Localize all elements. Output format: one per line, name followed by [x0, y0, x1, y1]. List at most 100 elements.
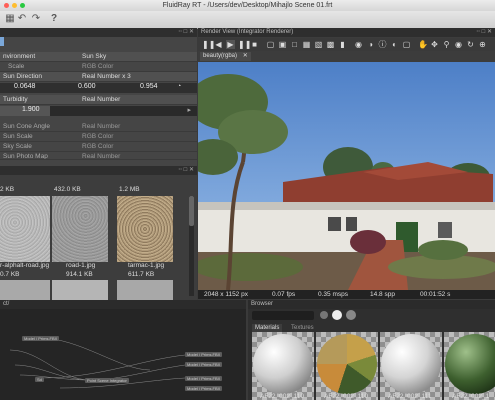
material-thumb[interactable] — [316, 332, 378, 400]
help-button[interactable]: ? — [48, 13, 60, 25]
region-icon[interactable]: ▧ — [314, 40, 323, 49]
size-medium-button[interactable] — [332, 310, 342, 320]
move-icon[interactable]: ✥ — [430, 40, 439, 49]
slider-arrow-icon[interactable]: ▸ — [187, 106, 191, 114]
texture-name: r-alphalt-road.jpg — [0, 262, 50, 269]
render-view: Render View (Integrator Renderer) ⋅⋅ □ ✕… — [198, 28, 495, 300]
prop-row-sun-direction[interactable]: Sun Direction Real Number x 3 — [0, 72, 197, 82]
node-integrator[interactable]: Point Scene Integrator — [85, 378, 129, 383]
contrast-icon[interactable]: ◐ — [390, 40, 399, 49]
lock-icon[interactable]: ▮ — [338, 40, 347, 49]
node-model[interactable]: Model / Prims.FBX — [185, 376, 223, 381]
node-sd[interactable]: Sd — [35, 377, 44, 382]
prop-row-turbidity[interactable]: Turbidity Real Number — [0, 95, 197, 105]
main-toolbar: ▦ ↶ ↷ ? — [0, 11, 495, 29]
render-tab-label: beauty(rgba) — [203, 53, 238, 59]
render-image[interactable] — [198, 62, 495, 290]
render-time: 00:01:52 s — [420, 291, 451, 298]
zoom-fit-icon[interactable]: ▢ — [266, 40, 275, 49]
node-editor[interactable]: ct/ Model / Prims.FBX Model / Prims.FBX … — [0, 300, 246, 400]
scrollbar-thumb[interactable] — [189, 196, 194, 226]
panel-controls[interactable]: ⋅⋅ □ ✕ — [476, 28, 492, 37]
material-sphere — [253, 334, 313, 394]
texture-scrollbar[interactable] — [189, 196, 194, 296]
properties-panel-header: ⋅⋅ □ ✕ — [0, 28, 197, 37]
rewind-icon[interactable]: ◀ — [214, 40, 223, 49]
texture-thumb[interactable] — [52, 280, 108, 300]
texture-size: 914.1 KB — [66, 271, 93, 278]
dir-z-field[interactable]: 0.954 — [140, 83, 158, 90]
panel-controls[interactable]: ⋅⋅ □ ✕ — [178, 28, 194, 37]
camera-settings-icon[interactable]: ◉ — [454, 40, 463, 49]
size-small-button[interactable] — [320, 311, 328, 319]
dir-x-field[interactable]: 0.0648 — [14, 83, 35, 90]
render-resolution: 2048 x 1152 px — [204, 291, 248, 298]
crosshair-icon[interactable]: ⊕ — [478, 40, 487, 49]
browser-search-input[interactable] — [252, 311, 314, 320]
render-stats-bar: 2048 x 1152 px 0.07 fps 0.35 msps 14.8 s… — [198, 290, 495, 299]
material-thumb[interactable] — [252, 332, 314, 400]
texture-size: 1.2 MB — [119, 186, 140, 193]
prop-value: Real Number x 3 — [82, 73, 131, 80]
tab-textures[interactable]: Textures — [288, 324, 317, 332]
node-model[interactable]: Model / Prims.FBX — [185, 352, 223, 357]
panel-controls[interactable]: ⋅⋅ □ ✕ — [178, 166, 194, 175]
camera-icon[interactable]: ▣ — [278, 40, 287, 49]
material-sphere — [381, 334, 441, 394]
render-tab[interactable]: beauty(rgba) ✕ — [200, 52, 251, 61]
frame-icon[interactable]: □ — [290, 40, 299, 49]
node-model[interactable]: Model / Prims.FBX — [185, 362, 223, 367]
texture-size: 432.0 KB — [54, 186, 81, 193]
stop-icon[interactable]: ❚❚ — [238, 40, 251, 49]
redo-icon[interactable]: ↷ — [30, 13, 42, 25]
scroll-marker — [0, 37, 4, 46]
close-tab-icon[interactable]: ✕ — [243, 53, 248, 59]
info-icon[interactable]: ⓘ — [378, 40, 387, 49]
grid-icon[interactable]: ▦ — [302, 40, 311, 49]
node-model[interactable]: Model / Prims.FBX — [185, 386, 223, 391]
material-thumb[interactable] — [444, 332, 495, 400]
prop-row-sky-scale[interactable]: Sky Scale RGB Color — [0, 142, 197, 152]
zoom-icon[interactable]: ⚲ — [442, 40, 451, 49]
texture-thumb-road[interactable] — [52, 196, 108, 262]
node-model[interactable]: Model / Prims.FBX — [22, 336, 60, 341]
material-name: AF22_002_110 — [324, 393, 368, 400]
prop-row-sun-cone[interactable]: Sun Cone Angle Real Number — [0, 122, 197, 132]
prop-row-sun-photo[interactable]: Sun Photo Map Real Number — [0, 152, 197, 160]
minimize-window-button[interactable] — [12, 3, 17, 8]
render-panel-header: Render View (Integrator Renderer) ⋅⋅ □ ✕ — [198, 28, 495, 37]
prop-row-scale[interactable]: Scale RGB Color — [0, 62, 197, 72]
material-thumb[interactable] — [380, 332, 442, 400]
hand-icon[interactable]: ✋ — [418, 40, 428, 49]
texture-thumb-tarmac[interactable] — [117, 196, 173, 262]
render-panel-title: Render View (Integrator Renderer) — [201, 29, 294, 35]
histogram-icon[interactable]: ▢ — [402, 40, 411, 49]
dir-y-field[interactable]: 0.600 — [78, 83, 96, 90]
rotate-icon[interactable]: ↻ — [466, 40, 475, 49]
grid-icon[interactable]: ▦ — [4, 13, 16, 25]
prop-label: Sun Scale — [3, 133, 33, 140]
node-editor-header: ct/ — [0, 300, 246, 309]
turbidity-slider[interactable]: 1.900 ▸ — [0, 106, 197, 116]
tab-materials[interactable]: Materials — [252, 324, 283, 332]
zoom-window-button[interactable] — [20, 3, 25, 8]
pause-icon[interactable]: ❚❚ — [202, 40, 215, 49]
record-icon[interactable]: ■ — [250, 40, 259, 49]
exposure-icon[interactable]: ◑ — [366, 40, 375, 49]
texture-thumb[interactable] — [117, 280, 173, 300]
select-icon[interactable]: ▩ — [326, 40, 335, 49]
size-large-button[interactable] — [346, 310, 356, 320]
texture-thumb[interactable] — [0, 280, 50, 300]
direction-dial-icon[interactable]: ◔ — [177, 83, 181, 90]
material-name: AF22_002_111 — [388, 393, 432, 400]
prop-row-environment[interactable]: nvironment Sun Sky — [0, 52, 197, 62]
prop-label: Scale — [8, 63, 25, 70]
undo-icon[interactable]: ↶ — [16, 13, 28, 25]
play-icon[interactable]: ▶ — [226, 40, 235, 49]
close-window-button[interactable] — [4, 3, 9, 8]
prop-row-sun-scale[interactable]: Sun Scale RGB Color — [0, 132, 197, 142]
channel-icon[interactable]: ◉ — [354, 40, 363, 49]
sun-direction-fields[interactable]: 0.0648 0.600 0.954 ◔ — [0, 83, 197, 93]
turbidity-number[interactable]: 1.900 — [22, 106, 40, 113]
texture-thumb-asphalt[interactable] — [0, 196, 50, 262]
